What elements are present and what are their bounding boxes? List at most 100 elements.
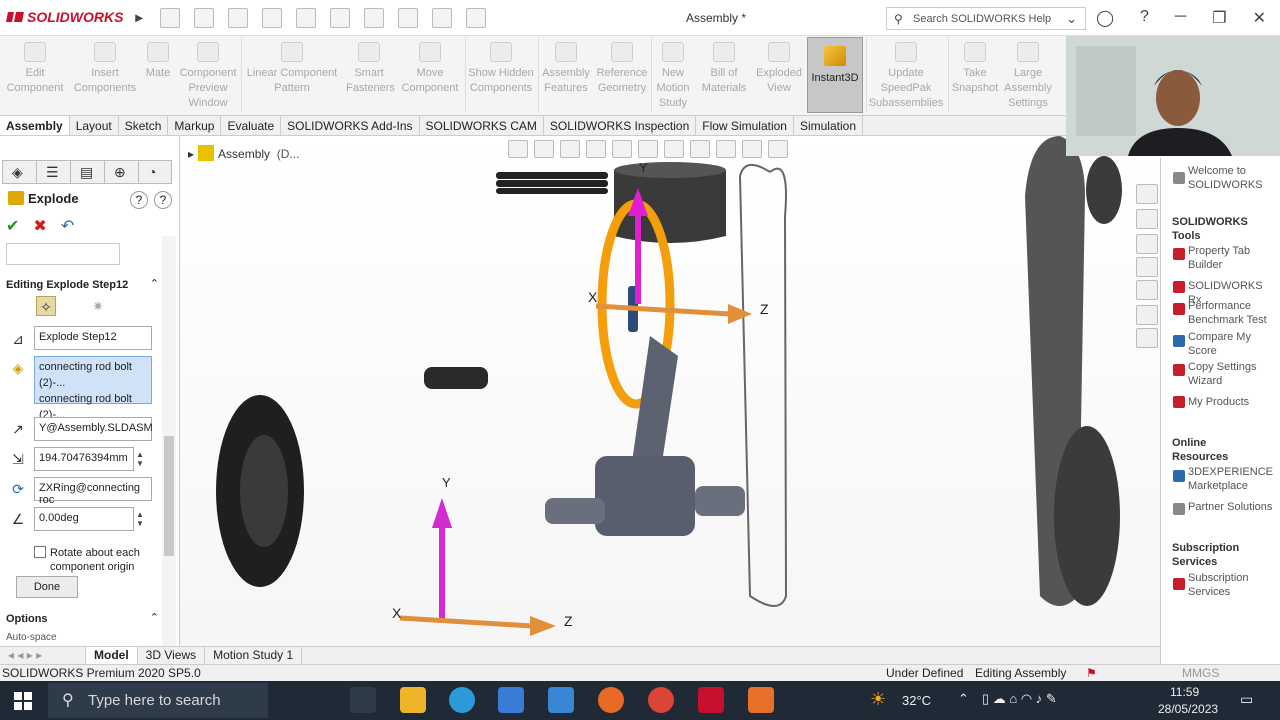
- options-gear-icon[interactable]: [466, 8, 486, 28]
- scrollbar-thumb[interactable]: [164, 436, 174, 556]
- rotation-axis-field[interactable]: ZXRing@connecting roc: [34, 477, 152, 506]
- hide-show-icon[interactable]: [690, 140, 710, 158]
- clock-date[interactable]: 28/05/2023: [1158, 702, 1218, 716]
- crankshaft-journal[interactable]: [545, 498, 605, 524]
- chrome-icon[interactable]: [648, 687, 674, 713]
- tab-addins[interactable]: SOLIDWORKS Add-Ins: [281, 116, 420, 135]
- tab-scroll-arrows[interactable]: ◂ ◂ ▸ ▸: [0, 647, 86, 664]
- rod-big-end[interactable]: [595, 456, 695, 536]
- distance-field[interactable]: 194.70476394mm: [34, 447, 134, 471]
- direction-field[interactable]: Y@Assembly.SLDASM: [34, 417, 153, 441]
- explode-step-slider[interactable]: [6, 243, 120, 265]
- undo-icon[interactable]: ↶: [61, 216, 74, 236]
- piston-ring[interactable]: [496, 172, 608, 179]
- home-icon[interactable]: [160, 8, 180, 28]
- list-item[interactable]: connecting rod bolt (2)-...: [39, 359, 151, 391]
- design-library-icon[interactable]: [1136, 209, 1158, 229]
- firefox-icon[interactable]: [598, 687, 624, 713]
- edge-browser-icon[interactable]: [449, 687, 475, 713]
- piston-ring[interactable]: [496, 188, 608, 194]
- loop-belt[interactable]: [738, 164, 788, 607]
- taskbar-search-input[interactable]: ⚲ Type here to search: [48, 683, 268, 718]
- notifications-icon[interactable]: ▭: [1240, 691, 1253, 708]
- pulley-gear[interactable]: [1054, 426, 1120, 606]
- minimize-button[interactable]: ─: [1175, 8, 1186, 28]
- clock-time[interactable]: 11:59: [1170, 685, 1199, 699]
- rebuild-status-icon[interactable]: ⚑: [1086, 666, 1097, 680]
- search-dropdown-icon[interactable]: ⌄: [1066, 11, 1077, 27]
- tray-chevron-icon[interactable]: ⌃: [958, 691, 969, 707]
- mail-icon[interactable]: [548, 687, 574, 713]
- store-icon[interactable]: [498, 687, 524, 713]
- help-detail-icon[interactable]: ?: [154, 191, 172, 209]
- feature-manager-tab[interactable]: ◈: [2, 160, 36, 184]
- home-icon[interactable]: [1136, 184, 1158, 204]
- help-search-input[interactable]: ⚲ Search SOLIDWORKS Help ⌄: [886, 7, 1086, 30]
- zoom-to-fit-icon[interactable]: [508, 140, 528, 158]
- exploded-view-button[interactable]: Exploded View: [752, 40, 806, 96]
- collapse-chevron-icon[interactable]: ⌃: [150, 277, 159, 290]
- dynamic-annotation-icon[interactable]: [612, 140, 632, 158]
- tab-flow-simulation[interactable]: Flow Simulation: [696, 116, 794, 135]
- rebuild-icon[interactable]: [398, 8, 418, 28]
- solidworks-logo[interactable]: SOLIDWORKS ▸: [6, 9, 142, 26]
- tools-item[interactable]: Copy Settings Wizard: [1188, 360, 1278, 388]
- zoom-area-icon[interactable]: [534, 140, 554, 158]
- linear-pattern-button[interactable]: Linear Component Pattern: [243, 40, 341, 96]
- appearances-icon[interactable]: [1136, 280, 1158, 300]
- rotation-axis-icon[interactable]: ⟳: [8, 479, 28, 499]
- explode-radial-icon[interactable]: ✷: [88, 296, 108, 316]
- units-indicator[interactable]: MMGS: [1182, 666, 1219, 680]
- angle-spinner[interactable]: ▲ ▼: [136, 510, 144, 528]
- triad-z-arrow[interactable]: [595, 303, 731, 317]
- tools-item[interactable]: My Products: [1188, 395, 1278, 409]
- panel-scrollbar[interactable]: [162, 236, 176, 646]
- feature-tree-flyout[interactable]: ▸ Assembly (D...: [188, 145, 299, 161]
- take-snapshot-button[interactable]: Take Snapshot: [950, 40, 1000, 96]
- apply-scene-icon[interactable]: [742, 140, 762, 158]
- smart-fasteners-button[interactable]: Smart Fasteners: [346, 40, 395, 96]
- pulley-gear[interactable]: [1086, 156, 1122, 224]
- property-manager-tab[interactable]: ☰: [36, 160, 70, 184]
- save-icon[interactable]: [262, 8, 282, 28]
- tab-sketch[interactable]: Sketch: [119, 116, 169, 135]
- weather-icon[interactable]: ☀: [870, 689, 886, 710]
- piston-ring[interactable]: [496, 180, 608, 187]
- windows-start-icon[interactable]: [14, 692, 32, 710]
- view-orientation-icon[interactable]: [638, 140, 658, 158]
- component-preview-button[interactable]: Component Preview Window: [176, 40, 240, 111]
- reference-geometry-button[interactable]: Reference Geometry: [594, 40, 650, 96]
- file-explorer-icon[interactable]: [400, 687, 426, 713]
- piston-pin[interactable]: [424, 367, 488, 389]
- step-name-field[interactable]: Explode Step12: [34, 326, 152, 350]
- tab-simulation[interactable]: Simulation: [794, 116, 863, 135]
- large-assembly-settings-button[interactable]: Large Assembly Settings: [1002, 40, 1054, 111]
- explode-option-icon[interactable]: ✧: [36, 296, 56, 316]
- select-arrow-icon[interactable]: [364, 8, 384, 28]
- section-view-icon[interactable]: [586, 140, 606, 158]
- tools-item[interactable]: Compare My Score: [1188, 330, 1278, 358]
- recorder-icon[interactable]: [748, 687, 774, 713]
- welcome-link[interactable]: Welcome to SOLIDWORKS: [1188, 164, 1278, 192]
- online-item[interactable]: 3DEXPERIENCE Marketplace: [1188, 465, 1278, 493]
- custom-properties-icon[interactable]: [1136, 305, 1158, 325]
- distance-spinner[interactable]: ▲ ▼: [136, 450, 144, 468]
- instant3d-button[interactable]: Instant3D: [807, 37, 863, 113]
- bill-of-materials-button[interactable]: Bill of Materials: [698, 40, 750, 96]
- tab-layout[interactable]: Layout: [70, 116, 119, 135]
- temperature[interactable]: 32°C: [902, 693, 931, 708]
- file-properties-icon[interactable]: [432, 8, 452, 28]
- tab-assembly[interactable]: Assembly: [0, 116, 70, 135]
- angle-field[interactable]: 0.00deg: [34, 507, 134, 531]
- edit-component-button[interactable]: Edit Component: [4, 40, 66, 96]
- tools-item[interactable]: Performance Benchmark Test: [1188, 299, 1278, 327]
- show-hidden-button[interactable]: Show Hidden Components: [467, 40, 535, 96]
- done-button[interactable]: Done: [16, 576, 78, 598]
- view-settings-icon[interactable]: [768, 140, 788, 158]
- previous-view-icon[interactable]: [560, 140, 580, 158]
- expand-caret-icon[interactable]: ▸: [188, 147, 194, 161]
- edit-appearance-icon[interactable]: [716, 140, 736, 158]
- auto-space-option[interactable]: Auto-space: [6, 632, 57, 642]
- online-item[interactable]: Partner Solutions: [1188, 500, 1278, 514]
- direction-arrow-icon[interactable]: ↗: [8, 419, 28, 439]
